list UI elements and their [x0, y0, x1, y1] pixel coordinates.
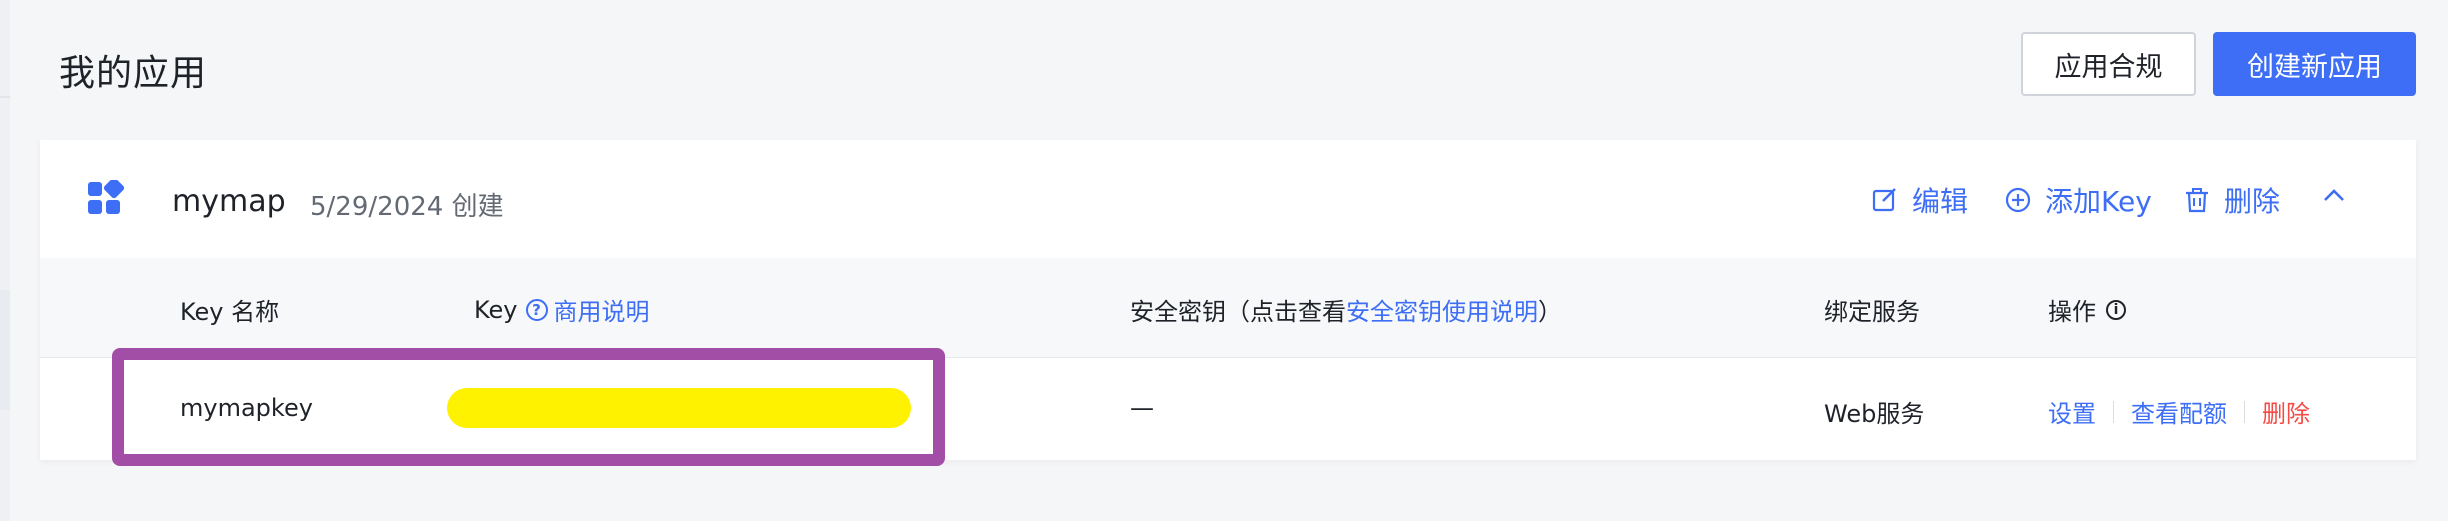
key-header-label: Key: [474, 295, 518, 324]
secret-usage-link[interactable]: 安全密钥使用说明: [1346, 292, 1538, 327]
app-created-date: 5/29/2024 创建: [310, 192, 504, 222]
add-circle-icon: [2005, 187, 2031, 213]
column-header-secret: 安全密钥（点击查看 安全密钥使用说明 ）: [1130, 292, 1562, 327]
app-grid-icon: [88, 180, 124, 214]
keys-table-header: Key 名称 Key ? 商用说明 安全密钥（点击查看 安全密钥使用说明 ） 绑…: [40, 258, 2416, 358]
annotation-highlight-box: [112, 348, 945, 466]
edit-app-button[interactable]: 编辑: [1872, 180, 1968, 220]
add-key-label: 添加Key: [2045, 185, 2152, 218]
delete-app-button[interactable]: 删除: [2184, 180, 2280, 220]
delete-key-link[interactable]: 删除: [2262, 394, 2310, 429]
commercial-info-link[interactable]: 商用说明: [554, 292, 650, 327]
add-key-button[interactable]: 添加Key: [2005, 180, 2152, 220]
secret-header-prefix: 安全密钥（点击查看: [1130, 298, 1346, 326]
edit-icon: [1872, 188, 1896, 212]
secret-header-suffix: ）: [1538, 298, 1562, 326]
trash-icon: [2186, 188, 2208, 213]
column-header-key: Key ? 商用说明: [474, 292, 650, 327]
delete-app-label: 删除: [2224, 185, 2281, 218]
app-card-header: mymap 5/29/2024 创建 编辑 添加Key 删除: [40, 140, 2416, 258]
left-edge: [0, 0, 10, 521]
info-icon[interactable]: i: [2106, 299, 2126, 320]
compliance-button[interactable]: 应用合规: [2021, 32, 2196, 96]
column-header-key-name: Key 名称: [180, 298, 280, 326]
column-header-ops: 操作 i: [2048, 292, 2126, 327]
view-quota-link[interactable]: 查看配额: [2131, 394, 2227, 429]
collapse-button[interactable]: [2323, 188, 2359, 202]
service-cell: Web服务: [1824, 400, 1925, 428]
column-header-service: 绑定服务: [1824, 298, 1920, 326]
left-edge-divider: [0, 96, 10, 98]
ops-separator: [2244, 400, 2245, 423]
chevron-up-icon: [2324, 189, 2344, 201]
help-icon[interactable]: ?: [525, 298, 548, 321]
settings-link[interactable]: 设置: [2048, 394, 2096, 429]
ops-cell: 设置 查看配额 删除: [2048, 394, 2310, 429]
edit-label: 编辑: [1912, 185, 1969, 218]
ops-separator: [2113, 400, 2114, 423]
left-edge-nav-highlight: [0, 290, 10, 410]
app-name: mymap: [172, 184, 286, 219]
page-title: 我的应用: [59, 53, 208, 94]
secret-cell: —: [1130, 394, 1154, 422]
create-app-button[interactable]: 创建新应用: [2213, 32, 2416, 96]
ops-header-label: 操作: [2048, 298, 2096, 326]
